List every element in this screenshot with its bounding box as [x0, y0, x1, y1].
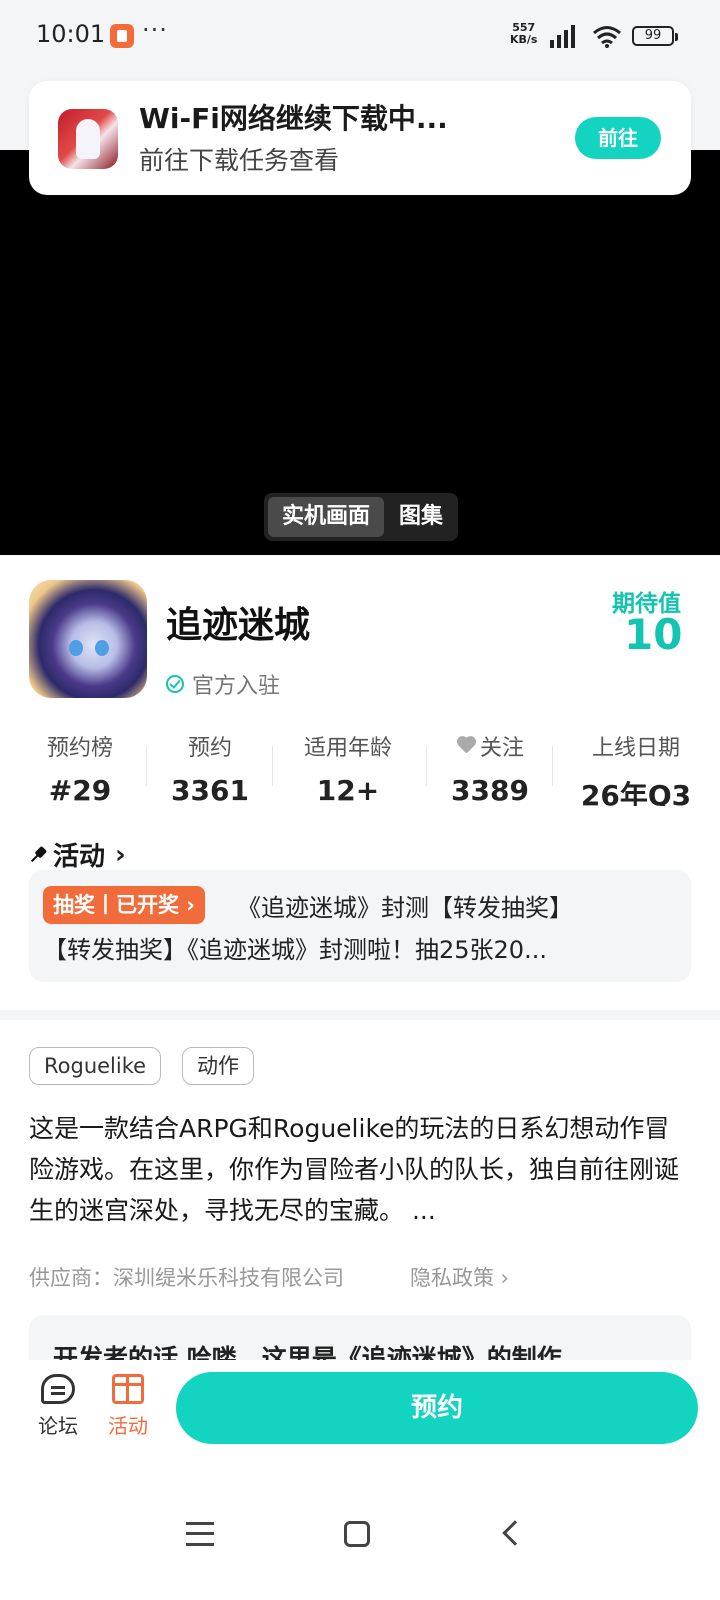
vendor-info: 供应商：深圳缇米乐科技有限公司	[29, 1266, 344, 1290]
activity-title: 活动	[53, 842, 106, 872]
developer-note-card[interactable]: 开发者的话 哈喽，这里是《追迹迷城》的制作	[29, 1315, 691, 1360]
stat-label: 预约榜	[46, 736, 113, 761]
download-toast[interactable]: Wi-Fi网络继续下载中... 前往下载任务查看 前往	[29, 81, 691, 195]
wifi-icon	[593, 26, 621, 48]
stat-followers: 关注 3389	[434, 730, 546, 806]
expectation-score: 10	[624, 610, 683, 659]
tab-gallery[interactable]: 图集	[388, 497, 454, 537]
official-badge: 官方入驻	[166, 668, 280, 700]
stat-ranking[interactable]: 预约榜 #29	[24, 730, 136, 806]
stat-divider	[272, 746, 273, 786]
activity-headline: 《追迹迷城》封测【转发抽奖】	[237, 894, 573, 922]
forum-button[interactable]: 论坛	[28, 1374, 88, 1439]
status-time: 10:01	[36, 20, 106, 48]
activity-button[interactable]: 活动	[98, 1374, 158, 1439]
tag-roguelike[interactable]: Roguelike	[29, 1047, 162, 1085]
game-title: 追迹迷城	[166, 605, 311, 646]
stats-row: 预约榜 #29 预约 3361 适用年龄 12+ 关注 3389 上线日期 26…	[0, 730, 720, 806]
media-switch: 实机画面 图集	[264, 493, 458, 541]
section-divider	[0, 1010, 720, 1020]
activity-card[interactable]: 抽奖丨已开奖 › 《追迹迷城》封测【转发抽奖】 【转发抽奖】《追迹迷城》封测啦！…	[29, 870, 691, 982]
stat-value: 12+	[316, 774, 380, 806]
more-notifications-icon: ···	[142, 16, 168, 44]
stat-value: 3361	[171, 774, 249, 806]
privacy-policy-link[interactable]: 隐私政策 ›	[410, 1262, 509, 1292]
chevron-right-icon: ›	[115, 839, 126, 870]
home-icon[interactable]	[344, 1521, 370, 1547]
notification-icon	[110, 24, 134, 48]
network-speed-unit: KB/s	[510, 33, 538, 46]
tag-action[interactable]: 动作	[182, 1047, 254, 1085]
gift-icon	[112, 1374, 144, 1404]
lottery-badge-label: 抽奖丨已开奖	[53, 893, 179, 917]
privacy-policy-label: 隐私政策	[410, 1266, 494, 1290]
game-description[interactable]: 这是一款结合ARPG和Roguelike的玩法的日系幻想动作冒险游戏。在这里，你…	[29, 1108, 691, 1231]
stat-reservations: 预约 3361	[154, 730, 266, 806]
stat-divider	[552, 746, 553, 786]
forum-label: 论坛	[38, 1414, 78, 1438]
stat-value: 26年Q3	[580, 779, 692, 806]
verified-icon	[166, 675, 184, 693]
menu-icon[interactable]	[186, 1522, 214, 1546]
toast-subtitle: 前往下载任务查看	[139, 146, 340, 175]
goto-button[interactable]: 前往	[575, 117, 661, 159]
developer-note-text: 开发者的话 哈喽，这里是《追迹迷城》的制作	[53, 1344, 562, 1360]
tab-gameplay-footage[interactable]: 实机画面	[268, 497, 384, 537]
pin-icon	[25, 842, 50, 867]
heart-icon	[456, 737, 476, 755]
stat-divider	[146, 746, 147, 786]
forum-icon	[41, 1374, 75, 1404]
lottery-badge: 抽奖丨已开奖 ›	[43, 886, 205, 924]
network-speed: 557 KB/s	[510, 22, 537, 46]
stat-label: 上线日期	[591, 736, 680, 761]
stat-label: 关注	[479, 736, 524, 761]
download-app-icon	[58, 109, 118, 169]
activity-header[interactable]: 活动 ›	[29, 836, 126, 873]
signal-icon	[550, 25, 575, 48]
reserve-button[interactable]: 预约	[176, 1372, 698, 1444]
official-label: 官方入驻	[192, 674, 281, 699]
chevron-right-icon: ›	[179, 893, 195, 917]
stat-value: 3389	[451, 774, 529, 806]
stat-value: #29	[48, 774, 112, 806]
activity-label: 活动	[108, 1414, 148, 1438]
back-icon[interactable]	[502, 1520, 528, 1546]
game-icon	[29, 580, 147, 698]
stat-label: 适用年龄	[303, 736, 392, 761]
stat-divider	[426, 746, 427, 786]
battery-icon: 99	[632, 26, 678, 46]
toast-title: Wi-Fi网络继续下载中...	[139, 102, 448, 135]
system-nav-bar	[0, 1490, 720, 1600]
chevron-right-icon: ›	[494, 1266, 510, 1290]
activity-summary: 【转发抽奖】《追迹迷城》封测啦！抽25张20...	[43, 936, 547, 964]
bottom-action-bar: 论坛 活动 预约	[0, 1360, 720, 1470]
stat-release-date: 上线日期 26年Q3	[568, 730, 704, 806]
stat-age-rating: 适用年龄 12+	[284, 730, 412, 806]
stat-label: 预约	[187, 736, 232, 761]
